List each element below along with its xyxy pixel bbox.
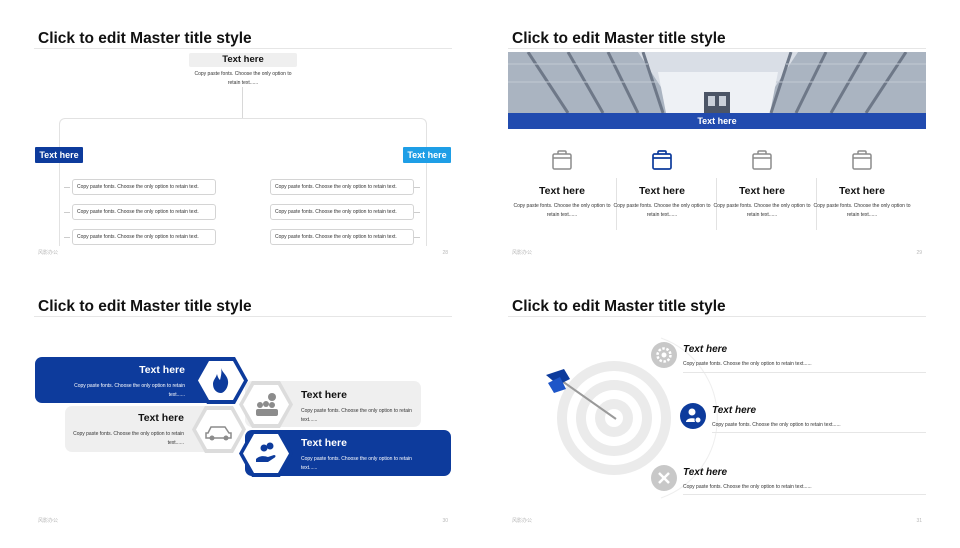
block-title: Text here <box>139 364 185 376</box>
slide-title[interactable]: Click to edit Master title style <box>512 30 726 48</box>
slide-title[interactable]: Click to edit Master title style <box>38 30 252 48</box>
title-divider <box>34 48 452 49</box>
page-number: 31 <box>916 518 922 524</box>
corridor-photo[interactable]: Text here <box>508 52 926 129</box>
feature-column-1[interactable]: Text here Copy paste fonts. Choose the o… <box>512 147 612 233</box>
connector-arrow <box>414 187 420 188</box>
footer-label: 风影办公 <box>512 250 533 256</box>
item-3[interactable]: Text here Copy paste fonts. Choose the o… <box>683 467 812 490</box>
block-description: Copy paste fonts. Choose the only option… <box>301 456 412 471</box>
item-1[interactable]: Text here Copy paste fonts. Choose the o… <box>683 344 812 367</box>
block-description: Copy paste fonts. Choose the only option… <box>301 408 412 423</box>
item-2[interactable]: Text here Copy paste fonts. Choose the o… <box>712 405 841 428</box>
shopping-bag-icon <box>852 150 872 170</box>
page-number: 28 <box>442 250 448 256</box>
tools-icon <box>651 465 677 491</box>
gear-icon <box>651 342 677 368</box>
item-title: Text here <box>683 344 728 355</box>
right-item-1[interactable]: Copy paste fonts. Choose the only option… <box>270 179 414 195</box>
footer-label: 风影办公 <box>38 250 59 256</box>
item-divider <box>683 494 926 495</box>
page-number: 29 <box>916 250 922 256</box>
item-description: Copy paste fonts. Choose the only option… <box>683 484 812 490</box>
column-description: Copy paste fonts. Choose the only option… <box>713 203 811 218</box>
title-divider <box>508 316 926 317</box>
item-description: Copy paste fonts. Choose the only option… <box>712 422 841 428</box>
column-title: Text here <box>539 185 585 197</box>
page-number: 30 <box>442 518 448 524</box>
feature-column-4[interactable]: Text here Copy paste fonts. Choose the o… <box>812 147 912 233</box>
block-title: Text here <box>301 389 347 401</box>
slide-title[interactable]: Click to edit Master title style <box>38 298 252 316</box>
left-tag[interactable]: Text here <box>35 147 83 163</box>
left-item-2[interactable]: Copy paste fonts. Choose the only option… <box>72 204 216 220</box>
feature-column-2[interactable]: Text here Copy paste fonts. Choose the o… <box>612 147 712 233</box>
shopping-bag-icon <box>752 150 772 170</box>
shopping-bag-icon <box>652 150 672 170</box>
title-divider <box>508 48 926 49</box>
left-item-1[interactable]: Copy paste fonts. Choose the only option… <box>72 179 216 195</box>
left-item-3[interactable]: Copy paste fonts. Choose the only option… <box>72 229 216 245</box>
photo-banner[interactable]: Text here <box>508 113 926 129</box>
slide-30[interactable]: Click to edit Master title style Text he… <box>0 268 474 538</box>
block-description: Copy paste fonts. Choose the only option… <box>73 431 184 446</box>
title-divider <box>34 316 452 317</box>
item-divider <box>683 372 926 373</box>
connector-arrow <box>64 187 70 188</box>
right-tag[interactable]: Text here <box>403 147 451 163</box>
connector-arrow <box>414 212 420 213</box>
feature-column-3[interactable]: Text here Copy paste fonts. Choose the o… <box>712 147 812 233</box>
footer-label: 风影办公 <box>38 518 59 524</box>
column-description: Copy paste fonts. Choose the only option… <box>813 203 911 218</box>
slide-28[interactable]: Click to edit Master title style Text he… <box>0 0 474 270</box>
block-title: Text here <box>138 412 184 424</box>
connector-arrow <box>64 212 70 213</box>
column-title: Text here <box>739 185 785 197</box>
slide-29[interactable]: Click to edit Master title style Text he… <box>474 0 948 270</box>
top-heading[interactable]: Text here <box>189 53 297 67</box>
connector-arrow <box>64 237 70 238</box>
right-item-3[interactable]: Copy paste fonts. Choose the only option… <box>270 229 414 245</box>
block-description: Copy paste fonts. Choose the only option… <box>74 383 185 398</box>
column-title: Text here <box>839 185 885 197</box>
item-title: Text here <box>712 405 757 416</box>
item-divider <box>712 432 926 433</box>
connector-line <box>242 87 243 118</box>
column-title: Text here <box>639 185 685 197</box>
column-description: Copy paste fonts. Choose the only option… <box>613 203 711 218</box>
column-description: Copy paste fonts. Choose the only option… <box>513 203 611 218</box>
shopping-bag-icon <box>552 150 572 170</box>
footer-label: 风影办公 <box>512 518 533 524</box>
item-description: Copy paste fonts. Choose the only option… <box>683 361 812 367</box>
right-item-2[interactable]: Copy paste fonts. Choose the only option… <box>270 204 414 220</box>
block-title: Text here <box>301 437 347 449</box>
connector-arrow <box>414 237 420 238</box>
user-settings-icon <box>680 403 706 429</box>
hand-coins-icon <box>239 430 293 477</box>
slide-31[interactable]: Click to edit Master title style Text he… <box>474 268 948 538</box>
slide-title[interactable]: Click to edit Master title style <box>512 298 726 316</box>
item-title: Text here <box>683 467 728 478</box>
top-description[interactable]: Copy paste fonts. Choose the only option… <box>189 70 297 87</box>
